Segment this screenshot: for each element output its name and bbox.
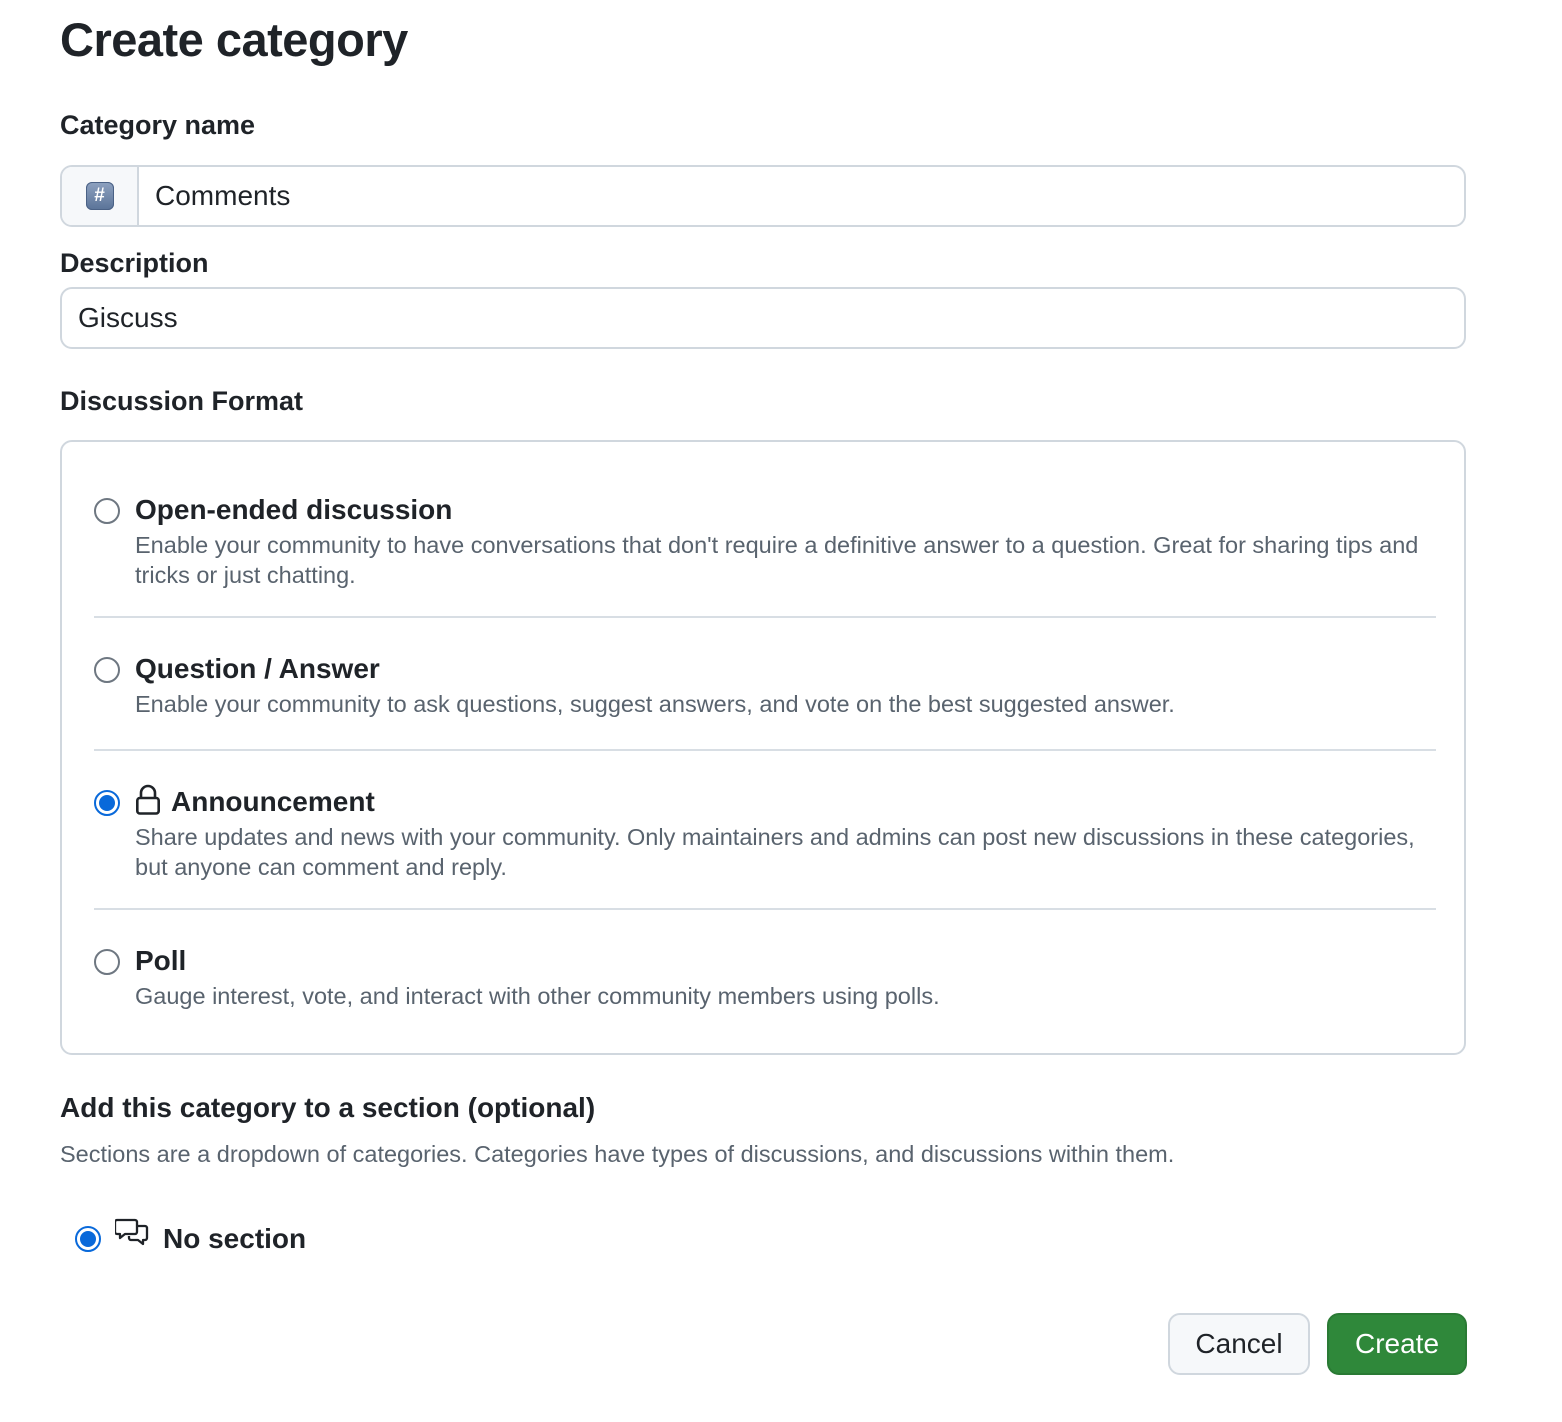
description-label: Description xyxy=(60,248,209,278)
format-option-open-ended[interactable]: Open-ended discussion Enable your commun… xyxy=(94,494,1436,594)
cancel-button[interactable]: Cancel xyxy=(1168,1313,1310,1375)
no-section-label: No section xyxy=(163,1223,307,1254)
radio-poll[interactable] xyxy=(94,949,120,975)
category-name-field: # xyxy=(60,165,1466,227)
category-name-label: Category name xyxy=(60,110,256,140)
description-input[interactable] xyxy=(62,289,1464,347)
format-option-description: Share updates and news with your communi… xyxy=(135,824,1415,880)
divider xyxy=(94,749,1436,751)
discussion-format-label: Discussion Format xyxy=(60,386,304,416)
radio-open-ended[interactable] xyxy=(94,498,120,524)
hash-emoji-icon: # xyxy=(85,182,114,210)
format-option-title: Poll xyxy=(135,945,187,976)
radio-question-answer[interactable] xyxy=(94,657,120,683)
format-option-description: Enable your community to have conversati… xyxy=(135,532,1419,588)
category-name-input[interactable] xyxy=(139,167,1464,225)
format-option-title: Question / Answer xyxy=(135,653,380,684)
format-option-description: Gauge interest, vote, and interact with … xyxy=(135,983,940,1009)
section-title: Add this category to a section (optional… xyxy=(60,1092,596,1123)
divider xyxy=(94,616,1436,618)
section-option-no-section[interactable]: No section xyxy=(75,1218,307,1256)
emoji-picker-button[interactable]: # xyxy=(62,167,139,225)
page-title: Create category xyxy=(60,13,408,66)
divider xyxy=(94,908,1436,910)
format-option-announcement[interactable]: Announcement Share updates and news with… xyxy=(94,784,1436,886)
format-option-question-answer[interactable]: Question / Answer Enable your community … xyxy=(94,653,1436,723)
format-option-title: Open-ended discussion xyxy=(135,494,453,525)
discussion-format-box: Open-ended discussion Enable your commun… xyxy=(60,440,1466,1055)
format-option-poll[interactable]: Poll Gauge interest, vote, and interact … xyxy=(94,945,1436,1015)
section-description: Sections are a dropdown of categories. C… xyxy=(60,1141,1175,1167)
description-field xyxy=(60,287,1466,349)
create-button[interactable]: Create xyxy=(1327,1313,1467,1375)
format-option-title: Announcement xyxy=(135,784,375,818)
comment-discussion-icon xyxy=(115,1218,149,1246)
format-option-description: Enable your community to ask questions, … xyxy=(135,691,1175,717)
lock-icon xyxy=(135,784,160,815)
radio-announcement[interactable] xyxy=(94,790,120,816)
radio-no-section[interactable] xyxy=(75,1226,101,1252)
